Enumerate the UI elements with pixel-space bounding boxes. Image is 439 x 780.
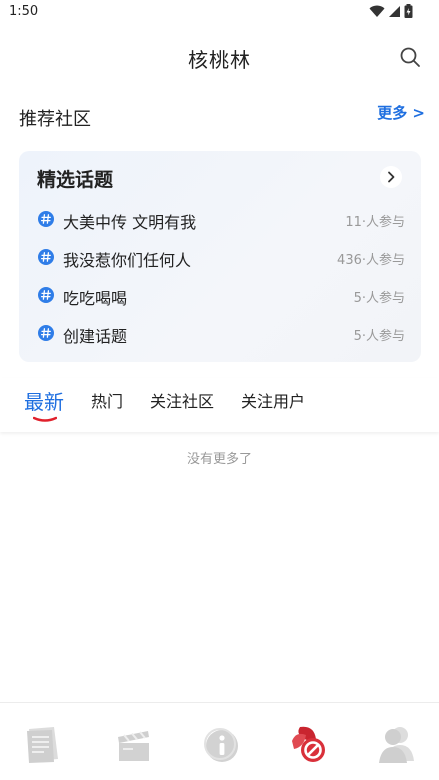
chevron-right-icon[interactable] — [380, 166, 402, 188]
info-icon[interactable] — [201, 723, 241, 765]
featured-topics-card: 精选话题 大美中传 文明有我 11·人参与 我没惹你们任何人 436·人参与 吃… — [19, 151, 421, 362]
status-bar: 1:50 — [0, 0, 439, 24]
status-time: 1:50 — [9, 4, 39, 19]
community-icon[interactable] — [288, 723, 328, 765]
topic-item[interactable]: 吃吃喝喝 5·人参与 — [19, 281, 421, 311]
bottom-nav — [0, 702, 439, 780]
hashtag-icon — [38, 211, 54, 227]
empty-feed-text: 没有更多了 — [186, 452, 252, 467]
topic-item[interactable]: 创建话题 5·人参与 — [19, 319, 421, 349]
topic-item[interactable]: 我没惹你们任何人 436·人参与 — [19, 243, 421, 273]
signal-icon — [389, 5, 400, 17]
battery-icon — [404, 4, 413, 18]
tab-latest[interactable]: 最新 — [24, 386, 64, 415]
topic-name: 我没惹你们任何人 — [63, 251, 192, 270]
hashtag-icon — [38, 325, 54, 341]
card-title: 精选话题 — [37, 169, 114, 191]
topic-count: 5·人参与 — [353, 291, 405, 306]
newspaper-icon[interactable] — [24, 723, 64, 765]
topic-name: 大美中传 文明有我 — [63, 213, 197, 232]
topic-count: 5·人参与 — [353, 329, 405, 344]
tab-hot[interactable]: 热门 — [91, 388, 123, 412]
tab-followed-users[interactable]: 关注用户 — [241, 388, 305, 412]
hashtag-icon — [38, 287, 54, 303]
feed-tabs: 最新 热门 关注社区 关注用户 — [0, 378, 439, 432]
recommended-section-header: 推荐社区 更多 > — [0, 100, 439, 130]
tab-followed-communities[interactable]: 关注社区 — [150, 388, 214, 412]
hashtag-icon — [38, 249, 54, 265]
search-icon[interactable] — [399, 46, 421, 68]
app-header: 核桃林 — [0, 36, 439, 78]
active-tab-indicator — [33, 416, 57, 422]
user-profile-icon[interactable] — [376, 723, 416, 765]
topic-name: 吃吃喝喝 — [63, 289, 128, 308]
topic-count: 11·人参与 — [345, 215, 405, 230]
clapperboard-icon[interactable] — [114, 723, 154, 765]
more-link[interactable]: 更多 > — [377, 102, 425, 123]
wifi-icon — [369, 5, 385, 17]
topic-name: 创建话题 — [63, 327, 128, 346]
section-title: 推荐社区 — [19, 109, 91, 130]
topic-item[interactable]: 大美中传 文明有我 11·人参与 — [19, 205, 421, 235]
topic-count: 436·人参与 — [337, 253, 405, 268]
status-icons — [369, 4, 413, 18]
page-title: 核桃林 — [188, 48, 251, 72]
